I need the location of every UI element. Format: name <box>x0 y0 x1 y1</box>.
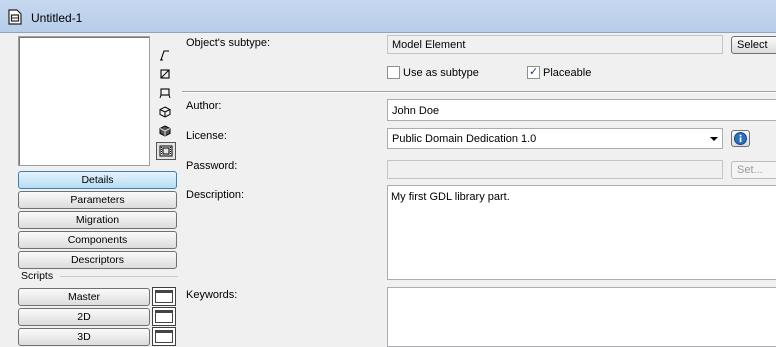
document-icon <box>8 9 22 25</box>
subtype-field: Model Element <box>387 35 723 54</box>
master-script-button[interactable]: Master <box>18 288 150 306</box>
preview-canvas[interactable] <box>18 36 150 166</box>
license-label: License: <box>186 130 227 142</box>
author-label: Author: <box>186 100 222 112</box>
keywords-textarea[interactable] <box>387 287 776 347</box>
migration-button[interactable]: Migration <box>18 211 177 229</box>
components-button[interactable]: Components <box>18 231 177 249</box>
window-title: Untitled-1 <box>31 11 83 25</box>
keywords-label: Keywords: <box>186 289 238 301</box>
descriptors-button[interactable]: Descriptors <box>18 251 177 269</box>
select-subtype-button[interactable]: Select Subtype... <box>731 36 776 54</box>
info-icon <box>734 132 747 145</box>
3d-window-icon[interactable] <box>152 327 176 346</box>
scripts-divider <box>60 276 178 277</box>
license-info-button[interactable] <box>731 130 750 147</box>
details-button[interactable]: Details <box>18 171 177 189</box>
solid-cube-view-icon[interactable] <box>156 123 174 139</box>
password-label: Password: <box>186 160 238 172</box>
description-textarea[interactable]: My first GDL library part. <box>387 185 776 280</box>
parameters-button[interactable]: Parameters <box>18 191 177 209</box>
subtype-label: Object's subtype: <box>186 37 271 49</box>
use-as-subtype-checkbox[interactable]: Use as subtype <box>387 66 479 79</box>
placeable-label: Placeable <box>543 66 592 79</box>
3d-script-button[interactable]: 3D <box>18 328 150 346</box>
film-view-icon[interactable] <box>156 142 176 160</box>
2d-script-button[interactable]: 2D <box>18 308 150 326</box>
cube-view-icon[interactable] <box>156 104 174 120</box>
scripts-label: Scripts <box>21 270 54 282</box>
rect-view-icon[interactable] <box>156 66 174 82</box>
2d-window-icon[interactable] <box>152 307 176 326</box>
master-window-icon[interactable] <box>152 287 176 306</box>
use-as-subtype-box[interactable] <box>387 66 400 79</box>
placeable-checkbox[interactable]: Placeable <box>527 65 592 79</box>
chevron-down-icon <box>710 137 718 141</box>
license-value: Public Domain Dedication 1.0 <box>392 133 537 145</box>
title-bar: Untitled-1 <box>0 0 776 33</box>
license-select[interactable]: Public Domain Dedication 1.0 <box>387 128 723 149</box>
password-field <box>387 160 723 179</box>
author-field[interactable]: John Doe <box>387 99 776 121</box>
description-label: Description: <box>186 189 245 201</box>
use-as-subtype-label: Use as subtype <box>403 66 479 79</box>
section-separator <box>182 91 776 93</box>
line-view-icon[interactable] <box>156 47 174 63</box>
table-view-icon[interactable] <box>156 85 174 101</box>
set-password-button[interactable]: Set... <box>731 161 776 179</box>
placeable-box[interactable] <box>527 65 540 79</box>
